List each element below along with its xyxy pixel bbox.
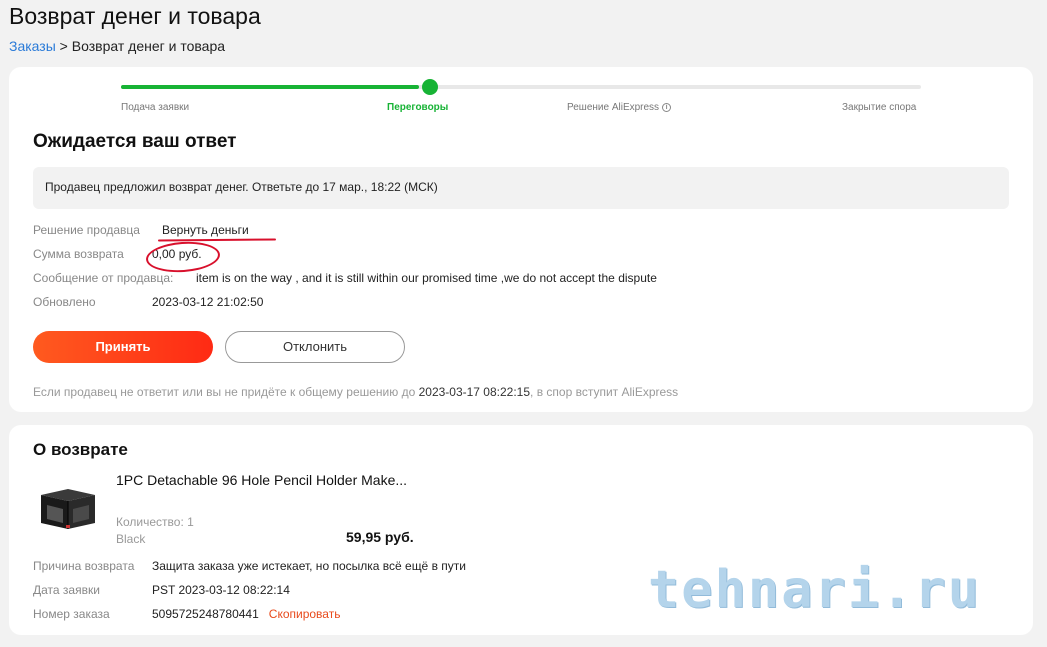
watermark: tehnari.ru: [648, 560, 982, 620]
step-aliexpress-decision-label: Решение AliExpress: [567, 102, 660, 113]
breadcrumb-current: Возврат денег и товара: [71, 38, 226, 54]
step-aliexpress-decision: Решение AliExpress i: [567, 102, 672, 113]
breadcrumb: Заказы > Возврат денег и товара: [9, 38, 225, 54]
product-color: Black: [116, 532, 146, 546]
footnote-suffix: , в спор вступит AliExpress: [530, 385, 679, 399]
detail-label: Обновлено: [33, 295, 96, 309]
return-heading: О возврате: [33, 440, 128, 459]
progress-fill: [121, 85, 419, 89]
breadcrumb-orders-link[interactable]: Заказы: [9, 38, 56, 54]
copy-order-number-link[interactable]: Скопировать: [269, 607, 341, 621]
info-icon[interactable]: i: [662, 102, 672, 112]
product-image[interactable]: [35, 483, 101, 535]
status-heading: Ожидается ваш ответ: [33, 131, 237, 152]
seller-notice: Продавец предложил возврат денег. Ответь…: [33, 167, 1009, 209]
accept-button[interactable]: Принять: [33, 331, 213, 363]
breadcrumb-separator: >: [55, 38, 72, 54]
step-close-dispute: Закрытие спора: [842, 102, 917, 113]
progress-current-dot: [422, 79, 438, 95]
detail-value: item is on the way , and it is still wit…: [196, 271, 657, 285]
product-quantity: Количество: 1: [116, 515, 194, 529]
red-underline-annotation: [157, 238, 277, 242]
detail-label: Дата заявки: [33, 583, 100, 597]
detail-label: Номер заказа: [33, 607, 110, 621]
page-title: Возврат денег и товара: [9, 3, 261, 29]
order-number: 5095725248780441: [152, 607, 259, 621]
detail-label: Решение продавца: [33, 223, 140, 237]
detail-label: Сумма возврата: [33, 247, 124, 261]
progress-track: [121, 79, 921, 95]
footnote: Если продавец не ответит или вы не придё…: [33, 385, 678, 399]
detail-value: 5095725248780441 Скопировать: [152, 607, 340, 621]
step-negotiation: Переговоры: [387, 102, 449, 113]
detail-value: Вернуть деньги: [162, 223, 249, 237]
product-price: 59,95 руб.: [346, 529, 414, 545]
detail-value: 2023-03-12 21:02:50: [152, 295, 264, 309]
footnote-prefix: Если продавец не ответит или вы не придё…: [33, 385, 419, 399]
step-submit: Подача заявки: [121, 102, 190, 113]
product-title[interactable]: 1PC Detachable 96 Hole Pencil Holder Mak…: [116, 472, 407, 488]
footnote-date: 2023-03-17 08:22:15: [418, 385, 531, 399]
detail-label: Сообщение от продавца:: [33, 271, 174, 285]
decline-button[interactable]: Отклонить: [225, 331, 405, 363]
detail-value: Защита заказа уже истекает, но посылка в…: [152, 559, 466, 573]
detail-value: PST 2023-03-12 08:22:14: [152, 583, 290, 597]
red-circle-annotation: [145, 239, 221, 275]
dispute-status-card: Подача заявки Переговоры Решение AliExpr…: [9, 67, 1033, 412]
detail-label: Причина возврата: [33, 559, 135, 573]
